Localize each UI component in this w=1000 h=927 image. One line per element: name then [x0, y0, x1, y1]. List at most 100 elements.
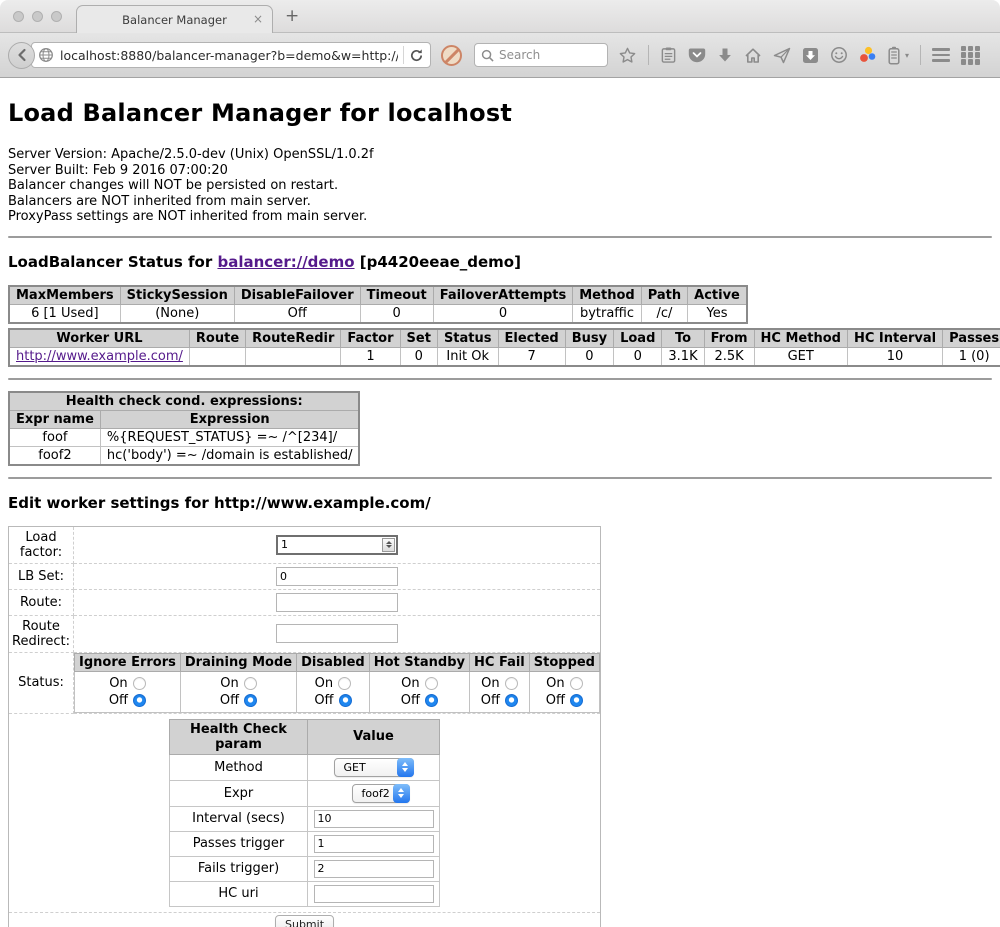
menu-icon[interactable] — [932, 48, 950, 62]
method-select[interactable]: GET — [334, 758, 414, 777]
downloads-icon[interactable] — [717, 47, 733, 64]
lb-set-cell — [74, 563, 601, 589]
col-disablefailover: DisableFailover — [234, 286, 360, 305]
proxypass-notice-line: ProxyPass settings are NOT inherited fro… — [8, 209, 992, 225]
tab-close-icon[interactable]: × — [253, 13, 263, 25]
on-label: On — [109, 676, 127, 691]
reload-icon[interactable] — [409, 48, 424, 63]
cell-expr-name: foof — [9, 428, 100, 446]
home-icon[interactable] — [744, 47, 762, 64]
cell-disablefailover: Off — [234, 304, 360, 323]
tab-balancer-manager[interactable]: Balancer Manager × — [76, 5, 273, 33]
load-factor-value: 1 — [278, 538, 382, 551]
cell-expr-name: foof2 — [9, 446, 100, 465]
send-tab-icon[interactable] — [773, 47, 791, 64]
dropdown-caret-icon[interactable]: ▾ — [905, 51, 909, 60]
smiley-icon[interactable] — [830, 46, 848, 64]
hot-standby-on-radio[interactable] — [425, 677, 438, 690]
pocket-icon[interactable] — [688, 47, 706, 64]
health-check-cell: Health Check param Value Method GET Expr — [9, 713, 601, 912]
col-to: To — [662, 329, 704, 348]
fails-cell — [308, 856, 440, 881]
off-label: Off — [220, 693, 239, 708]
col-timeout: Timeout — [360, 286, 433, 305]
draining-mode-off-radio[interactable] — [244, 694, 257, 707]
url-bar[interactable]: localhost:8880/balancer-manager?b=demo&w… — [31, 42, 431, 68]
hc-fail-off-radio[interactable] — [505, 694, 518, 707]
cell-timeout: 0 — [360, 304, 433, 323]
back-button[interactable] — [8, 42, 35, 69]
col-hc-param: Health Check param — [170, 719, 308, 754]
divider — [920, 45, 921, 65]
divider — [403, 46, 404, 64]
toolbar-icons: ▾ — [618, 45, 980, 65]
stopped-on-radio[interactable] — [570, 677, 583, 690]
hc-fail-on-radio[interactable] — [505, 677, 518, 690]
stopped-off-radio[interactable] — [570, 694, 583, 707]
lb-set-input[interactable] — [276, 567, 398, 586]
divider — [8, 477, 992, 479]
load-factor-cell: 1 — [74, 526, 601, 563]
table-row: foof %{REQUEST_STATUS} =~ /^[234]/ — [9, 428, 359, 446]
col-from: From — [704, 329, 754, 348]
cell-worker-url: http://www.example.com/ — [9, 347, 189, 366]
cell-hc-interval: 10 — [847, 347, 942, 366]
interval-input[interactable] — [314, 810, 434, 828]
minimize-window-button[interactable] — [32, 11, 43, 22]
col-hot-standby: Hot Standby — [369, 653, 469, 671]
zoom-window-button[interactable] — [51, 11, 62, 22]
hc-row-passes: Passes trigger — [170, 831, 440, 856]
worker-url-link[interactable]: http://www.example.com/ — [16, 349, 183, 364]
route-redirect-input[interactable] — [276, 624, 398, 643]
clipboard-icon[interactable] — [660, 46, 677, 64]
submit-button[interactable]: Submit — [275, 915, 334, 927]
passes-input[interactable] — [314, 835, 434, 853]
status-table: Ignore Errors Draining Mode Disabled Hot… — [74, 653, 600, 713]
col-draining-mode: Draining Mode — [180, 653, 296, 671]
load-factor-input[interactable]: 1 — [276, 535, 398, 555]
col-hc-method: HC Method — [754, 329, 847, 348]
hc-uri-label: HC uri — [170, 881, 308, 906]
heading-suffix: [p4420eeae_demo] — [355, 253, 521, 271]
hc-uri-input[interactable] — [314, 885, 434, 903]
disabled-off-radio[interactable] — [339, 694, 352, 707]
expr-select[interactable]: foof2 — [352, 784, 410, 803]
route-label: Route: — [9, 589, 74, 615]
block-icon[interactable] — [441, 45, 462, 66]
col-method: Method — [573, 286, 641, 305]
hc-fail-cell: On Off — [470, 671, 530, 712]
tiles-icon[interactable] — [961, 46, 980, 65]
cell-method: bytraffic — [573, 304, 641, 323]
table-title-row: Health check cond. expressions: — [9, 392, 359, 411]
form-row-lb-set: LB Set: — [9, 563, 601, 589]
select-stepper-icon — [393, 784, 410, 803]
form-row-status: Status: Ignore Errors Draining Mode Disa… — [9, 652, 601, 713]
draining-mode-on-radio[interactable] — [244, 677, 257, 690]
hc-row-hc-uri: HC uri — [170, 881, 440, 906]
cell-from: 2.5K — [704, 347, 754, 366]
new-tab-button[interactable]: + — [285, 6, 299, 26]
extension-download-icon[interactable] — [802, 47, 819, 64]
colored-dots-icon[interactable] — [859, 46, 877, 64]
route-input[interactable] — [276, 593, 398, 612]
search-input[interactable]: Search — [474, 43, 608, 67]
battery-icon[interactable] — [888, 46, 900, 65]
col-worker-url: Worker URL — [9, 329, 189, 348]
cell-load: 0 — [614, 347, 662, 366]
col-expr-name: Expr name — [9, 410, 100, 428]
hot-standby-off-radio[interactable] — [425, 694, 438, 707]
navigation-toolbar: localhost:8880/balancer-manager?b=demo&w… — [0, 33, 1000, 78]
hot-standby-cell: On Off — [369, 671, 469, 712]
disabled-on-radio[interactable] — [338, 677, 351, 690]
load-factor-label: Load factor: — [9, 526, 74, 563]
bookmark-star-icon[interactable] — [618, 46, 637, 65]
cell-busy: 0 — [565, 347, 613, 366]
fails-input[interactable] — [314, 860, 434, 878]
balancer-demo-link[interactable]: balancer://demo — [217, 253, 354, 271]
status-radio-row: On Off On Off On Off — [75, 671, 600, 712]
ignore-errors-off-radio[interactable] — [133, 694, 146, 707]
cell-factor: 1 — [341, 347, 400, 366]
spinner-icon[interactable] — [382, 538, 395, 552]
close-window-button[interactable] — [13, 11, 24, 22]
ignore-errors-on-radio[interactable] — [133, 677, 146, 690]
